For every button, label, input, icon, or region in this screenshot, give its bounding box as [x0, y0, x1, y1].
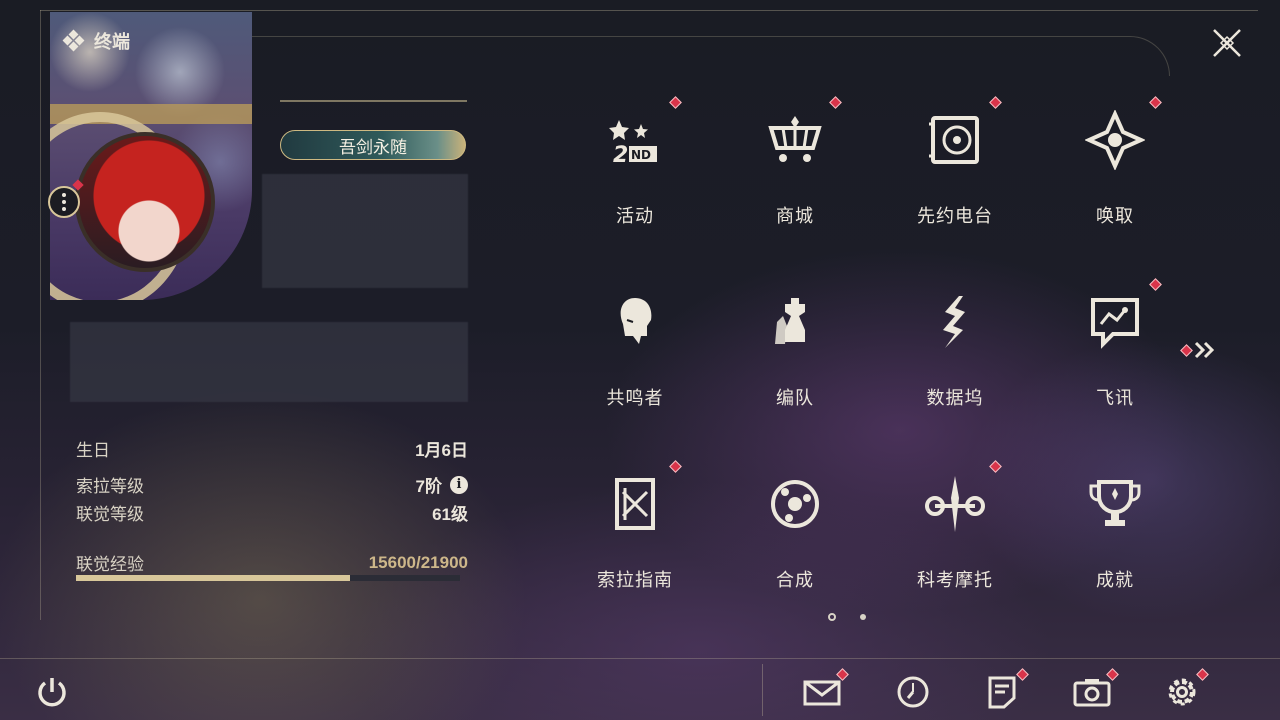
notification-badge: [1149, 96, 1162, 109]
menu-item-activity[interactable]: 2 ND 活动: [585, 96, 685, 236]
stat-row-union-exp: 联觉经验 15600/21900: [76, 550, 468, 575]
notification-badge: [1149, 278, 1162, 291]
notification-badge: [829, 96, 842, 109]
stat-row-sol-level: 索拉等级 7阶 i: [76, 472, 468, 497]
menu-label: 唤取: [1096, 206, 1134, 226]
clock-button[interactable]: [893, 672, 933, 712]
team-icon: [763, 290, 827, 354]
shop-cart-icon: [763, 108, 827, 172]
mail-button[interactable]: [802, 668, 849, 712]
info-icon[interactable]: i: [450, 475, 468, 494]
menu-item-data-bank[interactable]: 数据坞: [905, 278, 1005, 418]
menu-label: 飞讯: [1096, 388, 1134, 408]
stat-value: 15600/21900: [368, 552, 468, 572]
page-dot-active[interactable]: [828, 613, 836, 621]
messages-icon: [1083, 290, 1147, 354]
resonator-icon: [603, 290, 667, 354]
data-bank-icon: [923, 290, 987, 354]
svg-text:2: 2: [613, 143, 628, 168]
menu-label: 编队: [776, 388, 814, 408]
menu-item-achievement[interactable]: 成就: [1065, 460, 1165, 600]
title-badge[interactable]: 吾剑永随: [280, 130, 466, 160]
bottom-divider: [762, 664, 763, 716]
page-dot[interactable]: [860, 614, 866, 620]
synthesis-icon: [763, 472, 827, 536]
terminal-icon: [62, 29, 85, 52]
frame-inner-curve: [250, 36, 1170, 76]
notification-badge: [669, 460, 682, 473]
menu-label: 科考摩托: [917, 570, 993, 590]
terminal-header: 终端: [62, 28, 130, 54]
double-chevron-right-icon: [1194, 341, 1215, 359]
stat-label: 联觉等级: [76, 505, 144, 524]
settings-button[interactable]: [1162, 668, 1209, 712]
clock-icon: [897, 676, 929, 708]
notification-badge: [989, 460, 1002, 473]
blurred-name-area: [262, 174, 468, 288]
stat-value-group: 7阶 i: [416, 472, 468, 497]
pagination-dots: [828, 613, 866, 621]
close-button[interactable]: [1208, 24, 1246, 62]
menu-item-synthesis[interactable]: 合成: [745, 460, 845, 600]
svg-text:ND: ND: [631, 148, 651, 162]
menu-label: 共鸣者: [606, 388, 664, 408]
terminal-title: 终端: [94, 32, 130, 52]
settings-gear-icon: [1168, 678, 1196, 706]
menu-item-resonator[interactable]: 共鸣者: [585, 278, 685, 418]
frame-line-left: [40, 10, 41, 620]
power-icon: [38, 678, 66, 707]
notes-button[interactable]: [982, 668, 1029, 712]
menu-label: 活动: [616, 206, 654, 226]
name-underline: [280, 100, 467, 102]
motorbike-icon: [923, 472, 987, 536]
title-badge-label: 吾剑永随: [339, 137, 407, 157]
menu-label: 成就: [1096, 570, 1134, 590]
menu-label: 先约电台: [917, 206, 993, 226]
convene-icon: [1083, 108, 1147, 172]
stat-value: 1月6日: [415, 441, 468, 460]
stat-label: 生日: [76, 441, 110, 460]
menu-label: 数据坞: [926, 388, 984, 408]
stat-value: 7阶: [415, 477, 442, 496]
close-icon: [1213, 29, 1241, 57]
achievement-trophy-icon: [1083, 472, 1147, 536]
blurred-signature-area: [70, 322, 468, 402]
exp-progress-bar: [76, 575, 460, 581]
next-page-button[interactable]: [1180, 340, 1217, 360]
camera-icon: [1073, 679, 1111, 707]
mail-icon: [803, 680, 841, 706]
stat-label: 索拉等级: [76, 477, 144, 496]
menu-item-guidebook[interactable]: 索拉指南: [585, 460, 685, 600]
stat-row-union-level: 联觉等级 61级: [76, 500, 468, 525]
stat-row-birthday: 生日 1月6日: [76, 436, 468, 461]
notes-icon: [988, 676, 1016, 709]
menu-label: 合成: [776, 570, 814, 590]
menu-label: 索拉指南: [597, 570, 673, 590]
avatar-more-button[interactable]: [48, 186, 80, 218]
power-button[interactable]: [32, 672, 72, 712]
stat-value: 61级: [432, 505, 468, 524]
stat-label: 联觉经验: [76, 555, 144, 574]
notification-badge: [669, 96, 682, 109]
menu-item-motorbike[interactable]: 科考摩托: [905, 460, 1005, 600]
menu-label: 商城: [776, 206, 814, 226]
menu-item-radio[interactable]: 先约电台: [905, 96, 1005, 236]
menu-item-messages[interactable]: 飞讯: [1065, 278, 1165, 418]
notification-badge: [1180, 343, 1193, 357]
avatar[interactable]: [75, 132, 215, 272]
menu-item-team[interactable]: 编队: [745, 278, 845, 418]
frame-line-top: [40, 10, 1258, 11]
menu-item-convene[interactable]: 唤取: [1065, 96, 1165, 236]
camera-button[interactable]: [1072, 668, 1119, 712]
guidebook-icon: [603, 472, 667, 536]
menu-item-shop[interactable]: 商城: [745, 96, 845, 236]
notification-badge: [989, 96, 1002, 109]
event-2nd-anniversary-icon: 2 ND: [603, 108, 667, 172]
radio-icon: [923, 108, 987, 172]
exp-progress-fill: [76, 575, 350, 581]
